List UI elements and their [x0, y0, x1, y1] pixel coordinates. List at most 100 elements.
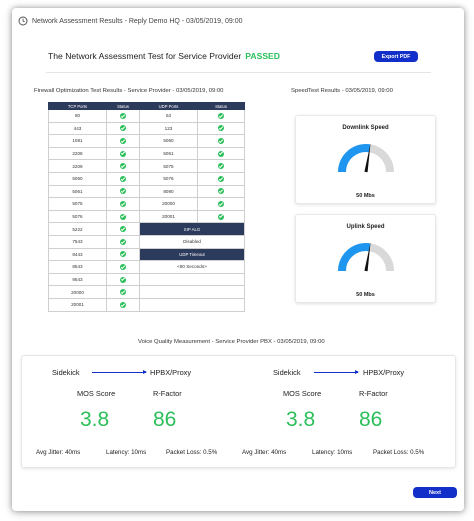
left-packet-loss: Packet Loss: 0.5%: [166, 449, 218, 456]
udp-ports-header: UDP Ports: [139, 102, 198, 110]
voice-quality-panel: Sidekick HPBX/Proxy MOS Score R-Factor 3…: [21, 355, 456, 468]
left-mos-value: 3.8: [80, 408, 110, 431]
table-row: 5222 SIP ALG: [48, 222, 245, 236]
check-circle-icon: [120, 200, 126, 207]
udp-port-cell: 5060: [139, 134, 198, 148]
udp-port-cell: 20001: [139, 209, 198, 224]
uplink-speed-card: Uplink Speed 50 Mbs: [295, 214, 436, 303]
udp-status-cell: [197, 209, 245, 224]
tcp-status-cell: [106, 260, 140, 274]
left-to-label: HPBX/Proxy: [150, 368, 192, 377]
udp-port-cell: 20000: [139, 197, 198, 211]
left-from-label: Sidekick: [52, 368, 80, 377]
tcp-port-cell: 5222: [48, 222, 107, 236]
titlebar: Network Assessment Results - Reply Demo …: [18, 14, 242, 28]
tcp-status-cell: [106, 134, 140, 148]
tcp-status-cell: [106, 222, 140, 236]
tcp-status-cell: [106, 297, 140, 312]
tcp-status-cell: [106, 146, 140, 161]
check-circle-icon: [120, 112, 126, 119]
udp-status-header: Status: [197, 102, 245, 110]
tcp-status-cell: [106, 159, 140, 173]
udp-status-cell: [197, 159, 245, 173]
check-circle-icon: [120, 125, 126, 132]
table-row: 9543: [48, 272, 245, 287]
tcp-port-cell: 8543: [48, 260, 107, 274]
check-circle-icon: [120, 226, 126, 233]
table-row: 8443 UDP Timeout: [48, 247, 245, 262]
uplink-value: 50 Mbs: [356, 292, 375, 298]
tcp-status-cell: [106, 121, 140, 136]
udp-status-cell: [197, 171, 245, 186]
right-arrow-icon: [314, 370, 359, 374]
table-row: 7543 Disabled: [48, 234, 245, 249]
tcp-port-cell: 2208: [48, 146, 107, 161]
left-mos-label: MOS Score: [77, 389, 116, 398]
firewall-section-title: Firewall Optimization Test Results - Ser…: [34, 88, 224, 94]
right-mos-label: MOS Score: [283, 389, 322, 398]
table-row: 20001: [48, 297, 245, 312]
tcp-status-cell: [106, 171, 140, 186]
table-row: 443 123: [48, 121, 245, 136]
check-circle-icon: [218, 200, 224, 207]
firewall-results-table: TCP Ports Status UDP Ports Status 80 53 44…: [48, 102, 245, 312]
left-arrow-icon: [92, 370, 147, 374]
downlink-title: Downlink Speed: [342, 125, 389, 131]
table-row: 2209 5075: [48, 159, 245, 173]
udp-port-cell: 5061: [139, 146, 198, 161]
assessment-window: Network Assessment Results - Reply Demo …: [12, 8, 464, 511]
tcp-port-cell: 8443: [48, 247, 107, 262]
result-title: The Network Assessment Test for Service …: [48, 51, 242, 61]
udp-port-cell: 8090: [139, 184, 198, 199]
check-circle-icon: [120, 137, 126, 144]
udp-timeout-label: UDP Timeout: [139, 247, 245, 262]
udp-port-cell: 123: [139, 121, 198, 136]
udp-status-cell: [197, 134, 245, 148]
udp-status-cell: [197, 184, 245, 199]
tcp-status-cell: [106, 109, 140, 123]
table-row: 5076 20001: [48, 209, 245, 224]
speedtest-section-title: SpeedTest Results - 03/05/2019, 09:00: [291, 88, 393, 94]
tcp-port-cell: 9543: [48, 272, 107, 287]
check-circle-icon: [120, 251, 126, 258]
tcp-port-cell: 1081: [48, 134, 107, 148]
clock-icon: [18, 16, 28, 26]
firewall-table-body: 80 53 443 123 1081 5060 2208 5061 2209 5075 5060 50…: [48, 109, 245, 312]
right-from-label: Sidekick: [273, 368, 301, 377]
tcp-port-cell: 5061: [48, 184, 107, 199]
check-circle-icon: [120, 213, 126, 220]
next-button[interactable]: Next: [413, 487, 457, 498]
udp-status-cell: [197, 109, 245, 123]
table-row: 8543 <80 Seconds>: [48, 260, 245, 274]
check-circle-icon: [218, 150, 224, 157]
result-header: The Network Assessment Test for Service …: [48, 44, 418, 68]
table-row: 20000: [48, 285, 245, 299]
check-circle-icon: [218, 163, 224, 170]
check-circle-icon: [120, 188, 126, 195]
check-circle-icon: [120, 150, 126, 157]
right-packet-loss: Packet Loss: 0.5%: [373, 449, 425, 456]
tcp-status-header: Status: [106, 102, 140, 110]
right-mos-value: 3.8: [286, 408, 316, 431]
tcp-port-cell: 443: [48, 121, 107, 136]
table-row: 1081 5060: [48, 134, 245, 148]
check-circle-icon: [218, 137, 224, 144]
check-circle-icon: [120, 289, 126, 296]
downlink-value: 50 Mbs: [356, 193, 375, 199]
empty-cell: [139, 285, 245, 299]
tcp-port-cell: 80: [48, 109, 107, 123]
tcp-port-cell: 5076: [48, 209, 107, 224]
check-circle-icon: [218, 188, 224, 195]
udp-status-cell: [197, 197, 245, 211]
export-pdf-button[interactable]: Export PDF: [374, 51, 418, 62]
uplink-title: Uplink Speed: [346, 224, 385, 230]
tcp-port-cell: 7543: [48, 234, 107, 249]
tcp-port-cell: 20001: [48, 297, 107, 312]
left-rfactor-value: 86: [153, 408, 177, 431]
udp-port-cell: 5076: [139, 171, 198, 186]
table-row: 80 53: [48, 109, 245, 123]
tcp-status-cell: [106, 247, 140, 262]
tcp-status-cell: [106, 272, 140, 287]
left-rfactor-label: R-Factor: [153, 389, 182, 398]
tcp-status-cell: [106, 184, 140, 199]
